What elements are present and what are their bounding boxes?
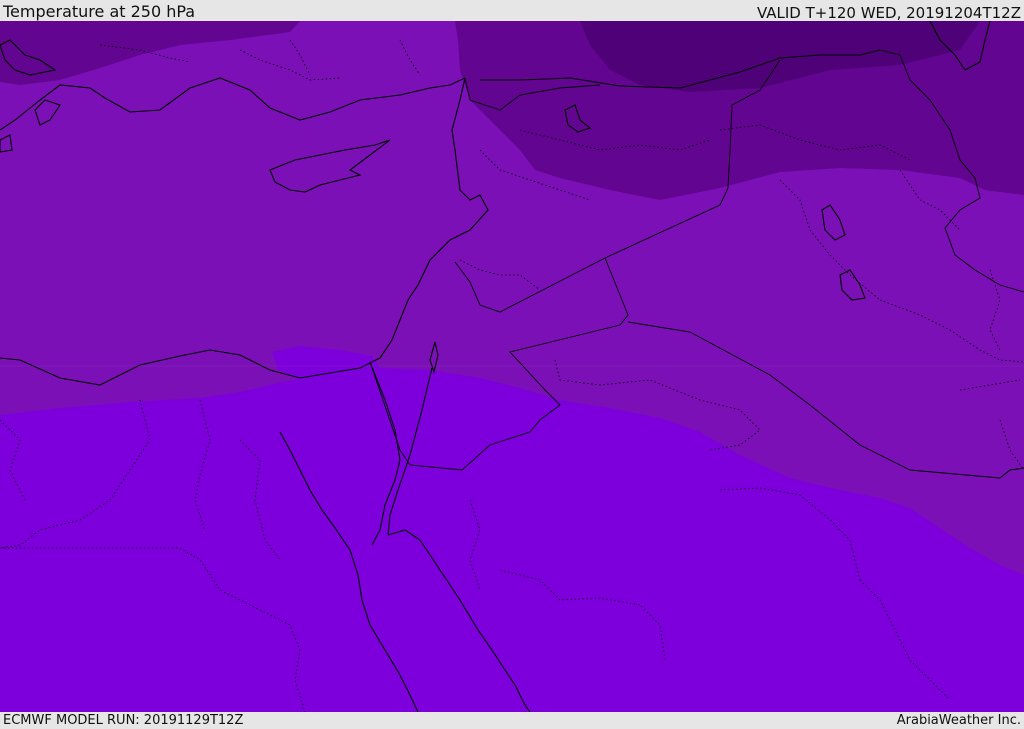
weather-map[interactable] <box>0 21 1024 712</box>
valid-time: VALID T+120 WED, 20191204T12Z <box>756 4 1021 22</box>
map-title: Temperature at 250 hPa <box>3 2 196 21</box>
model-run-label: ECMWF MODEL RUN: 20191129T12Z <box>3 713 244 728</box>
header-bar: Temperature at 250 hPa VALID T+120 WED, … <box>0 0 1024 21</box>
map-canvas <box>0 21 1024 712</box>
footer-bar: ECMWF MODEL RUN: 20191129T12Z ArabiaWeat… <box>0 712 1024 729</box>
credit-label: ArabiaWeather Inc. <box>896 713 1021 728</box>
